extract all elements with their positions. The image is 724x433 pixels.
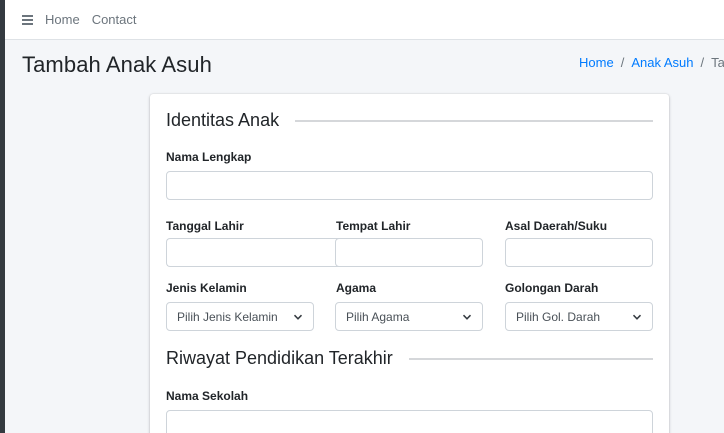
nav-link-home[interactable]: Home xyxy=(45,12,80,27)
tanggal-lahir-input[interactable] xyxy=(166,238,344,267)
nama-sekolah-input[interactable] xyxy=(166,410,653,433)
form-card: Identitas Anak Nama Lengkap Tanggal Lahi… xyxy=(150,94,669,433)
section-education-title: Riwayat Pendidikan Terakhir xyxy=(166,348,393,368)
tempat-lahir-input[interactable] xyxy=(335,238,483,267)
golongan-darah-select[interactable]: Pilih Gol. Darah xyxy=(505,302,653,331)
section-identity-title: Identitas Anak xyxy=(166,110,280,130)
chevron-down-icon xyxy=(632,314,642,320)
breadcrumb-current: Tamb xyxy=(711,55,724,70)
jenis-kelamin-selected: Pilih Jenis Kelamin xyxy=(177,309,278,324)
golongan-darah-selected: Pilih Gol. Darah xyxy=(516,309,601,324)
agama-select[interactable]: Pilih Agama xyxy=(335,302,483,331)
nav-link-contact[interactable]: Contact xyxy=(92,12,137,27)
breadcrumb-home[interactable]: Home xyxy=(579,55,614,70)
golongan-darah-label: Golongan Darah xyxy=(505,281,599,295)
nama-lengkap-input[interactable] xyxy=(166,171,653,200)
tanggal-lahir-label: Tanggal Lahir xyxy=(166,219,244,233)
page-title: Tambah Anak Asuh xyxy=(22,52,212,77)
jenis-kelamin-select[interactable]: Pilih Jenis Kelamin xyxy=(166,302,314,331)
asal-daerah-label: Asal Daerah/Suku xyxy=(505,219,608,233)
section-divider xyxy=(408,357,653,360)
section-education-header: Riwayat Pendidikan Terakhir xyxy=(166,348,653,369)
tempat-lahir-label: Tempat Lahir xyxy=(336,219,411,233)
breadcrumb: Home / Anak Asuh / Tamb xyxy=(579,55,724,70)
hamburger-icon[interactable] xyxy=(22,14,33,25)
nama-sekolah-label: Nama Sekolah xyxy=(166,389,249,403)
breadcrumb-anak-asuh[interactable]: Anak Asuh xyxy=(631,55,693,70)
top-navbar: Home Contact xyxy=(5,0,724,40)
chevron-down-icon xyxy=(462,314,472,320)
asal-daerah-input[interactable] xyxy=(505,238,653,267)
nama-lengkap-label: Nama Lengkap xyxy=(166,150,252,164)
chevron-down-icon xyxy=(293,314,303,320)
jenis-kelamin-label: Jenis Kelamin xyxy=(166,281,247,295)
agama-selected: Pilih Agama xyxy=(346,309,410,324)
sidebar-edge xyxy=(0,0,5,433)
agama-label: Agama xyxy=(336,281,377,295)
section-divider xyxy=(295,119,653,122)
section-identity-header: Identitas Anak xyxy=(166,110,653,131)
breadcrumb-separator: / xyxy=(700,55,705,70)
tanggal-lahir-group xyxy=(166,238,358,267)
breadcrumb-separator: / xyxy=(620,55,625,70)
